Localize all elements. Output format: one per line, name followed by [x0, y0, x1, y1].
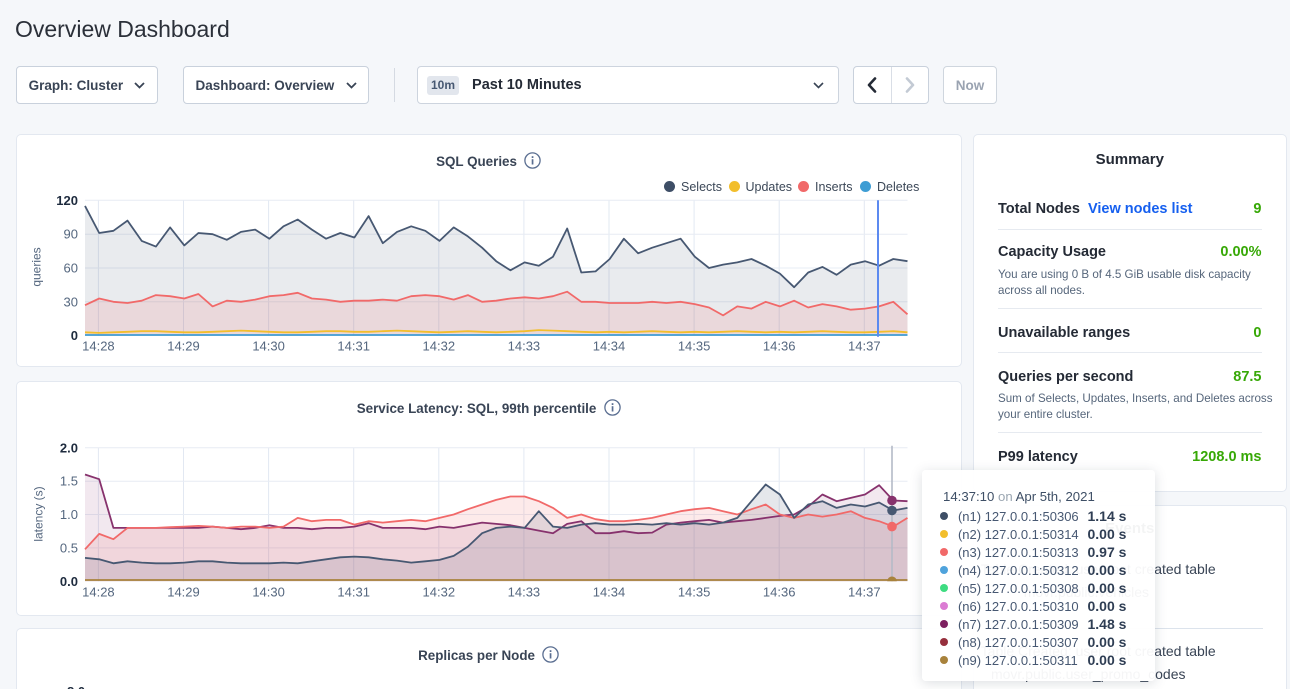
svg-text:1.0: 1.0: [60, 507, 78, 522]
svg-text:14:31: 14:31: [337, 338, 370, 353]
svg-text:14:32: 14:32: [423, 584, 456, 599]
svg-text:14:30: 14:30: [252, 584, 285, 599]
svg-text:14:34: 14:34: [593, 584, 626, 599]
svg-text:14:37: 14:37: [848, 338, 881, 353]
svg-text:14:33: 14:33: [508, 338, 541, 353]
svg-text:90: 90: [64, 226, 78, 241]
svg-text:120: 120: [56, 192, 78, 207]
svg-text:1.5: 1.5: [60, 474, 78, 489]
svg-text:14:31: 14:31: [337, 584, 370, 599]
svg-text:14:35: 14:35: [678, 338, 711, 353]
svg-text:14:33: 14:33: [508, 584, 541, 599]
svg-text:14:35: 14:35: [678, 584, 711, 599]
svg-text:14:36: 14:36: [763, 338, 796, 353]
svg-text:14:29: 14:29: [167, 584, 200, 599]
svg-text:60: 60: [64, 260, 78, 275]
svg-text:14:34: 14:34: [593, 338, 626, 353]
svg-text:2.0: 2.0: [60, 440, 78, 455]
svg-text:14:29: 14:29: [167, 338, 200, 353]
svg-text:0: 0: [71, 328, 78, 343]
svg-text:14:28: 14:28: [82, 584, 115, 599]
svg-text:0.5: 0.5: [60, 540, 78, 555]
svg-text:14:36: 14:36: [763, 584, 796, 599]
svg-text:14:30: 14:30: [252, 338, 285, 353]
svg-text:14:32: 14:32: [423, 338, 456, 353]
svg-text:14:28: 14:28: [82, 338, 115, 353]
svg-text:0.0: 0.0: [60, 574, 78, 589]
svg-text:30: 30: [64, 294, 78, 309]
svg-text:14:37: 14:37: [848, 584, 881, 599]
